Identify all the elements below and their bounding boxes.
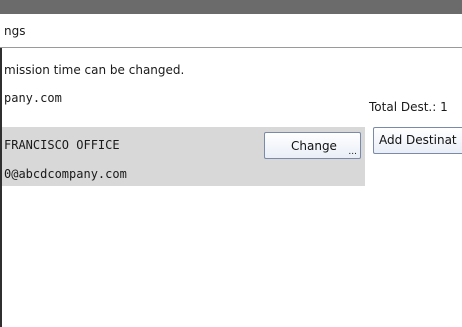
add-destination-label: Add Destinat xyxy=(379,133,457,147)
change-button[interactable]: Change ... xyxy=(264,132,361,159)
total-destinations: Total Dest.: 1 xyxy=(369,100,448,114)
more-ellipsis-icon: ... xyxy=(348,147,357,157)
destination-name: FRANCISCO OFFICE xyxy=(4,138,120,152)
left-edge-border xyxy=(0,48,2,327)
screen-title-bar: ngs xyxy=(0,14,462,48)
add-destination-button[interactable]: Add Destinat xyxy=(373,127,462,154)
change-button-label: Change xyxy=(291,139,337,153)
top-bar xyxy=(0,0,462,14)
info-notice: mission time can be changed. xyxy=(4,63,185,77)
screen-title: ngs xyxy=(4,24,26,38)
sender-email: pany.com xyxy=(4,91,62,105)
destination-email: 0@abcdcompany.com xyxy=(4,167,127,181)
